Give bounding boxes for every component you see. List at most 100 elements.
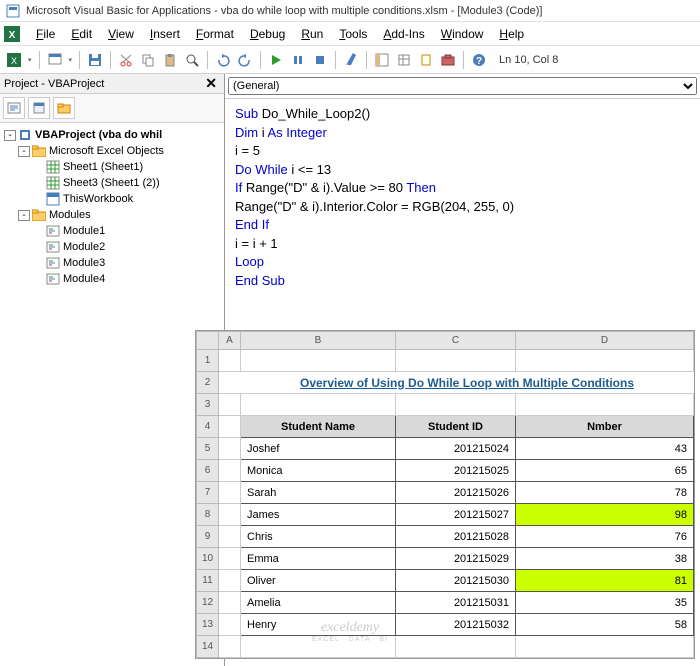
break-button[interactable] bbox=[288, 50, 308, 70]
cell[interactable] bbox=[219, 636, 241, 658]
undo-button[interactable] bbox=[213, 50, 233, 70]
object-browser-button[interactable] bbox=[416, 50, 436, 70]
cell-name[interactable]: James bbox=[241, 504, 396, 526]
cell[interactable] bbox=[219, 504, 241, 526]
tree-toggle-icon[interactable]: - bbox=[4, 130, 16, 141]
sheet-title[interactable]: Overview of Using Do While Loop with Mul… bbox=[241, 372, 694, 394]
tree-label[interactable]: Module2 bbox=[63, 241, 105, 253]
menu-file[interactable]: File bbox=[28, 25, 63, 43]
find-button[interactable] bbox=[182, 50, 202, 70]
tree-label[interactable]: ThisWorkbook bbox=[63, 193, 133, 205]
tree-label[interactable]: Module4 bbox=[63, 273, 105, 285]
cell[interactable] bbox=[219, 372, 241, 394]
cell[interactable] bbox=[219, 548, 241, 570]
col-header[interactable]: A bbox=[219, 332, 241, 350]
menu-debug[interactable]: Debug bbox=[242, 25, 293, 43]
reset-button[interactable] bbox=[310, 50, 330, 70]
menu-help[interactable]: Help bbox=[491, 25, 532, 43]
paste-button[interactable] bbox=[160, 50, 180, 70]
properties-button[interactable] bbox=[394, 50, 414, 70]
cell-id[interactable]: 201215025 bbox=[396, 460, 516, 482]
cell-name[interactable]: Amelia bbox=[241, 592, 396, 614]
toolbox-button[interactable] bbox=[438, 50, 458, 70]
cell[interactable] bbox=[396, 350, 516, 372]
design-mode-button[interactable] bbox=[341, 50, 361, 70]
row-header[interactable]: 6 bbox=[197, 460, 219, 482]
tree-label[interactable]: Modules bbox=[49, 209, 91, 221]
row-header[interactable]: 14 bbox=[197, 636, 219, 658]
tree-label[interactable]: Microsoft Excel Objects bbox=[49, 145, 164, 157]
menu-add-ins[interactable]: Add-Ins bbox=[375, 25, 432, 43]
col-header[interactable]: B bbox=[241, 332, 396, 350]
cell[interactable] bbox=[516, 394, 694, 416]
copy-button[interactable] bbox=[138, 50, 158, 70]
cell-id[interactable]: 201215029 bbox=[396, 548, 516, 570]
cell-number[interactable]: 58 bbox=[516, 614, 694, 636]
tree-node[interactable]: - Microsoft Excel Objects bbox=[4, 143, 220, 159]
help-button[interactable]: ? bbox=[469, 50, 489, 70]
menu-edit[interactable]: Edit bbox=[63, 25, 100, 43]
view-excel-button[interactable]: X bbox=[4, 50, 24, 70]
view-object-button[interactable] bbox=[28, 97, 50, 119]
save-button[interactable] bbox=[85, 50, 105, 70]
cell-number[interactable]: 81 bbox=[516, 570, 694, 592]
cell[interactable] bbox=[241, 394, 396, 416]
cell[interactable] bbox=[219, 416, 241, 438]
tree-label[interactable]: Sheet3 (Sheet1 (2)) bbox=[63, 177, 160, 189]
menu-insert[interactable]: Insert bbox=[142, 25, 188, 43]
menu-tools[interactable]: Tools bbox=[331, 25, 375, 43]
select-all-cell[interactable] bbox=[197, 332, 219, 350]
tree-label[interactable]: Module3 bbox=[63, 257, 105, 269]
row-header[interactable]: 3 bbox=[197, 394, 219, 416]
insert-userform-button[interactable] bbox=[45, 50, 65, 70]
object-select[interactable]: (General) bbox=[228, 77, 697, 95]
run-button[interactable] bbox=[266, 50, 286, 70]
tree-node[interactable]: Sheet1 (Sheet1) bbox=[4, 159, 220, 175]
cell[interactable] bbox=[219, 350, 241, 372]
dropdown-arrow-icon[interactable]: ▾ bbox=[67, 56, 75, 64]
cell-id[interactable]: 201215028 bbox=[396, 526, 516, 548]
row-header[interactable]: 1 bbox=[197, 350, 219, 372]
cell-name[interactable]: Chris bbox=[241, 526, 396, 548]
tree-node[interactable]: Sheet3 (Sheet1 (2)) bbox=[4, 175, 220, 191]
cell-name[interactable]: Oliver bbox=[241, 570, 396, 592]
row-header[interactable]: 8 bbox=[197, 504, 219, 526]
cell-id[interactable]: 201215027 bbox=[396, 504, 516, 526]
redo-button[interactable] bbox=[235, 50, 255, 70]
menu-run[interactable]: Run bbox=[293, 25, 331, 43]
cell-number[interactable]: 35 bbox=[516, 592, 694, 614]
toggle-folders-button[interactable] bbox=[53, 97, 75, 119]
cell[interactable] bbox=[516, 350, 694, 372]
cell[interactable] bbox=[219, 438, 241, 460]
cell-number[interactable]: 38 bbox=[516, 548, 694, 570]
close-icon[interactable]: ✕ bbox=[202, 75, 220, 92]
code-editor[interactable]: Sub Do_While_Loop2() Dim i As Integer i … bbox=[225, 99, 700, 289]
cell-number[interactable]: 65 bbox=[516, 460, 694, 482]
cell[interactable] bbox=[396, 636, 516, 658]
cell[interactable] bbox=[219, 614, 241, 636]
row-header[interactable]: 2 bbox=[197, 372, 219, 394]
cell-name[interactable]: Joshef bbox=[241, 438, 396, 460]
cell[interactable] bbox=[241, 350, 396, 372]
tree-toggle-icon[interactable]: - bbox=[18, 210, 30, 221]
tree-node[interactable]: - VBAProject (vba do whil bbox=[4, 127, 220, 143]
cell-number[interactable]: 78 bbox=[516, 482, 694, 504]
menu-format[interactable]: Format bbox=[188, 25, 242, 43]
row-header[interactable]: 7 bbox=[197, 482, 219, 504]
tree-node[interactable]: Module2 bbox=[4, 239, 220, 255]
tree-node[interactable]: - Modules bbox=[4, 207, 220, 223]
tree-node[interactable]: Module3 bbox=[4, 255, 220, 271]
cell-number[interactable]: 43 bbox=[516, 438, 694, 460]
cell[interactable] bbox=[219, 394, 241, 416]
cell-id[interactable]: 201215024 bbox=[396, 438, 516, 460]
row-header[interactable]: 12 bbox=[197, 592, 219, 614]
cell-id[interactable]: 201215031 bbox=[396, 592, 516, 614]
col-header[interactable]: D bbox=[516, 332, 694, 350]
table-header[interactable]: Student Name bbox=[241, 416, 396, 438]
row-header[interactable]: 4 bbox=[197, 416, 219, 438]
cell-id[interactable]: 201215032 bbox=[396, 614, 516, 636]
cell[interactable] bbox=[396, 394, 516, 416]
tree-label[interactable]: Module1 bbox=[63, 225, 105, 237]
cut-button[interactable] bbox=[116, 50, 136, 70]
cell-number[interactable]: 98 bbox=[516, 504, 694, 526]
